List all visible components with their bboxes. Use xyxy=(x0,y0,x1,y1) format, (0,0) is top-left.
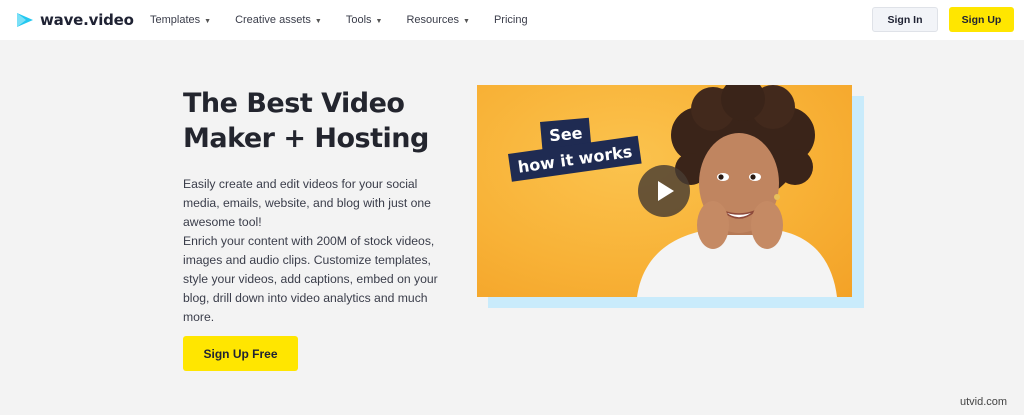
nav-label: Pricing xyxy=(493,14,528,26)
sign-up-button[interactable]: Sign Up xyxy=(949,7,1014,32)
play-icon xyxy=(658,181,674,201)
nav-item-creative-assets[interactable]: Creative assets ▼ xyxy=(235,14,322,26)
nav-label: Creative assets xyxy=(235,14,311,26)
hero-description-para-1: Easily create and edit videos for your s… xyxy=(183,177,431,229)
top-navbar: wave.video Templates ▼ Creative assets ▼… xyxy=(0,0,1024,40)
chevron-down-icon: ▼ xyxy=(314,17,322,25)
chevron-down-icon: ▼ xyxy=(204,17,212,25)
nav-label: Resources xyxy=(406,14,460,26)
chevron-down-icon: ▼ xyxy=(375,17,383,25)
main-nav: Templates ▼ Creative assets ▼ Tools ▼ Re… xyxy=(150,0,552,40)
brand-name: wave.video xyxy=(40,11,134,29)
chevron-down-icon: ▼ xyxy=(463,17,470,25)
brand-logo[interactable]: wave.video xyxy=(16,9,134,31)
play-button[interactable] xyxy=(638,165,690,217)
nav-label: Tools xyxy=(345,14,372,26)
nav-item-pricing[interactable]: Pricing xyxy=(494,14,528,26)
nav-item-resources[interactable]: Resources ▼ xyxy=(406,14,470,26)
sign-up-free-button[interactable]: Sign Up Free xyxy=(183,336,298,371)
wave-logo-icon xyxy=(17,13,33,27)
nav-item-templates[interactable]: Templates ▼ xyxy=(150,14,211,26)
nav-label: Templates xyxy=(150,14,201,26)
nav-item-tools[interactable]: Tools ▼ xyxy=(346,14,383,26)
hero-description-para-2: Enrich your content with 200M of stock v… xyxy=(183,234,438,324)
watermark: utvid.com xyxy=(960,396,1008,408)
hero-description: Easily create and edit videos for your s… xyxy=(183,175,455,327)
hero-title: The Best Video Maker + Hosting xyxy=(183,88,429,154)
sign-in-button[interactable]: Sign In xyxy=(872,7,938,32)
